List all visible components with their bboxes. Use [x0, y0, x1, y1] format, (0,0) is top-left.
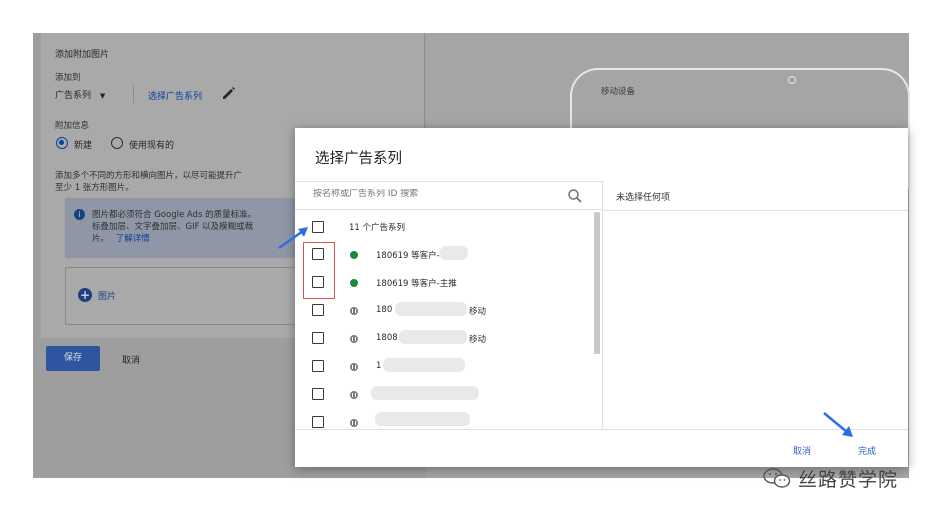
dialog-cancel-button[interactable]: 取消 — [793, 444, 811, 457]
annotation-arrow-icon — [278, 227, 308, 250]
add-image-label: 图片 — [98, 291, 117, 302]
column-divider — [602, 181, 603, 429]
dropdown-arrow-icon: ▼ — [99, 92, 106, 100]
hint-line-2: 至少 1 张方形图片。 — [55, 183, 134, 193]
campaign-name-suffix: 移动 — [469, 307, 487, 317]
redacted-text — [440, 246, 468, 260]
redacted-text — [371, 386, 479, 400]
campaign-row[interactable] — [295, 380, 593, 408]
radio-existing[interactable] — [111, 137, 123, 149]
dialog-title: 选择广告系列 — [315, 151, 402, 167]
campaign-list: 11 个广告系列 180619 等客户- 180619 等客户-主推 180 移… — [295, 212, 593, 429]
search-input[interactable] — [313, 189, 563, 199]
campaign-checkbox[interactable] — [312, 304, 324, 316]
dialog-done-button[interactable]: 完成 — [858, 444, 876, 457]
campaign-name: 180619 等客户- — [376, 251, 440, 261]
search-row — [295, 181, 602, 210]
pencil-icon[interactable] — [221, 85, 237, 101]
status-active-icon — [350, 251, 358, 259]
watermark: 丝路赞学院 — [762, 464, 898, 492]
select-all-label: 11 个广告系列 — [349, 223, 406, 233]
add-image-area: + 图片 — [65, 267, 305, 325]
campaign-row[interactable]: 1 — [295, 352, 593, 380]
status-paused-icon — [350, 419, 358, 427]
redacted-text — [383, 358, 465, 372]
campaign-checkbox[interactable] — [312, 416, 324, 428]
campaign-row[interactable] — [295, 408, 593, 429]
campaign-checkbox[interactable] — [312, 332, 324, 344]
redacted-text — [375, 412, 470, 426]
cancel-button-background[interactable]: 取消 — [122, 353, 140, 366]
camera-dot — [788, 76, 796, 84]
campaign-row[interactable]: 180619 等客户-主推 — [295, 268, 593, 296]
status-paused-icon — [350, 363, 358, 371]
status-paused-icon — [350, 335, 358, 343]
plus-icon: + — [78, 288, 92, 302]
status-paused-icon — [350, 391, 358, 399]
select-campaign-link[interactable]: 选择广告系列 — [148, 89, 202, 102]
info-line-1: 图片都必须符合 Google Ads 的质量标准。 — [92, 210, 257, 220]
redacted-text — [399, 330, 467, 344]
campaign-name: 1 — [376, 361, 382, 371]
extension-label: 附加信息 — [55, 121, 90, 131]
section-title: 添加附加图片 — [55, 50, 110, 60]
info-line-3-text: 片。 — [92, 234, 110, 244]
annotation-arrow-icon — [823, 412, 853, 437]
right-header-divider — [603, 210, 908, 211]
campaign-row[interactable]: 180619 等客户- — [295, 240, 593, 268]
search-icon[interactable] — [567, 188, 583, 204]
campaign-name: 180 — [376, 305, 393, 315]
status-paused-icon — [350, 307, 358, 315]
list-scrollbar[interactable] — [594, 212, 600, 354]
divider — [133, 85, 134, 103]
campaign-checkbox[interactable] — [312, 388, 324, 400]
add-to-value: 广告系列 — [55, 91, 92, 101]
redacted-text — [395, 302, 467, 316]
select-campaign-dialog: 选择广告系列 未选择任何项 11 个广告系列 180619 等客户- 18061… — [295, 128, 908, 467]
status-active-icon — [350, 279, 358, 287]
footer-divider — [295, 429, 908, 430]
hint-line-1: 添加多个不同的方形和横向图片，以尽可能提升广 — [55, 171, 243, 181]
radio-existing-label: 使用现有的 — [129, 141, 175, 151]
campaign-name: 1808 — [376, 333, 398, 343]
info-line-3: 片。 了解详情 — [92, 232, 150, 244]
save-button[interactable]: 保存 — [46, 346, 100, 371]
select-all-checkbox[interactable] — [312, 221, 324, 233]
learn-more-link[interactable]: 了解详情 — [116, 234, 150, 244]
info-icon: i — [74, 209, 85, 220]
campaign-checkbox[interactable] — [312, 360, 324, 372]
campaign-name: 180619 等客户-主推 — [376, 279, 457, 289]
info-line-2: 标叠加层、文字叠加层、GIF 以及模糊或裁 — [92, 222, 254, 232]
radio-new-label: 新建 — [74, 141, 93, 151]
add-to-label: 添加到 — [55, 73, 81, 83]
select-all-row[interactable]: 11 个广告系列 — [295, 212, 593, 240]
selected-items-label: 未选择任何项 — [616, 193, 671, 203]
campaign-row[interactable]: 1808 移动 — [295, 324, 593, 352]
radio-new[interactable] — [56, 137, 68, 149]
campaign-name-suffix: 移动 — [469, 335, 487, 345]
add-to-dropdown[interactable]: 广告系列 ▼ — [55, 88, 105, 101]
add-image-button[interactable]: + 图片 — [78, 288, 116, 302]
wechat-icon — [763, 468, 791, 488]
watermark-text: 丝路赞学院 — [798, 468, 899, 491]
campaign-row[interactable]: 180 移动 — [295, 296, 593, 324]
info-box: i 图片都必须符合 Google Ads 的质量标准。 标叠加层、文字叠加层、G… — [65, 198, 305, 258]
